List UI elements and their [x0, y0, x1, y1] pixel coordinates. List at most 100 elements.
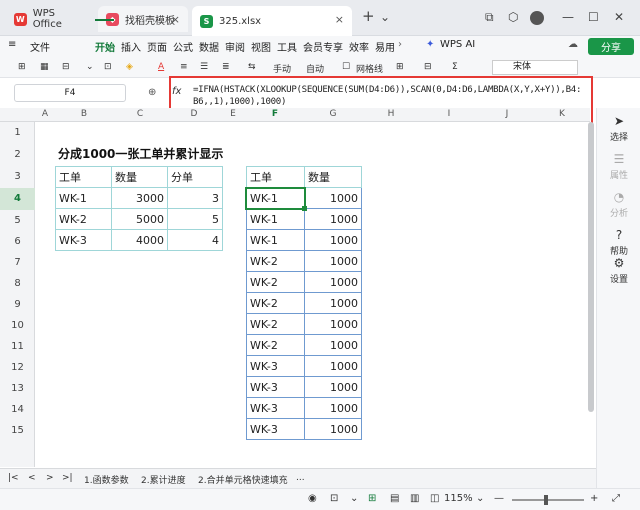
zoom-icon[interactable]: ⊕ [148, 87, 156, 98]
column-header-i[interactable]: I [420, 109, 478, 119]
row-header[interactable]: 6 [0, 231, 35, 252]
wps-ai-button[interactable]: WPS AI [440, 39, 475, 50]
cell[interactable]: 1000 [304, 187, 362, 209]
close-window-icon[interactable]: ✕ [614, 10, 624, 24]
row-header[interactable]: 14 [0, 399, 35, 420]
more-menu-icon[interactable]: › [398, 39, 402, 50]
row-header[interactable]: 7 [0, 252, 35, 273]
format-painter-icon[interactable]: ⊞ [18, 62, 26, 72]
fill-color-icon[interactable]: ◈ [126, 62, 133, 72]
cell[interactable]: 1000 [304, 334, 362, 356]
vertical-scrollbar[interactable] [588, 122, 594, 412]
table-icon[interactable]: ⊞ [396, 62, 404, 72]
first-sheet-icon[interactable]: |< [8, 473, 19, 483]
sum-icon[interactable]: Σ [452, 62, 458, 72]
cell[interactable]: 5 [167, 208, 223, 230]
cell[interactable]: WK-3 [246, 397, 305, 419]
cloud-icon[interactable]: ☁ [568, 39, 578, 50]
menu-start[interactable]: 开始 [95, 39, 115, 54]
cell-icon[interactable]: ⊡ [330, 493, 338, 504]
row-header[interactable]: 12 [0, 357, 35, 378]
cell[interactable]: 3 [167, 187, 223, 209]
column-width-auto[interactable]: 自动 [306, 62, 324, 75]
menu-file[interactable]: 文件 [30, 39, 50, 54]
zoom-slider[interactable] [512, 499, 584, 501]
sheet-tab-cumulative-progress[interactable]: 2.累计进度 [141, 473, 186, 486]
cell[interactable]: WK-2 [246, 250, 305, 272]
row-header[interactable]: 10 [0, 315, 35, 336]
prev-sheet-icon[interactable]: < [28, 473, 36, 483]
fill-handle[interactable] [302, 206, 307, 211]
menu-review[interactable]: 审阅 [225, 39, 245, 54]
hamburger-icon[interactable]: ≡ [8, 39, 16, 50]
close-icon[interactable]: × [335, 13, 344, 26]
sheet-tab-merge-fill[interactable]: 2.合并单元格快速填充 [198, 473, 288, 486]
menu-page[interactable]: 页面 [147, 39, 167, 54]
row-height-manual[interactable]: 手动 [273, 62, 291, 75]
border-icon[interactable]: ⊟ [62, 62, 70, 72]
menu-member[interactable]: 会员专享 [303, 39, 343, 54]
tab-wps-office[interactable]: W WPS Office [6, 6, 94, 32]
zoom-in-icon[interactable]: + [590, 493, 598, 504]
row-header[interactable]: 5 [0, 210, 35, 231]
cell[interactable]: 1000 [304, 292, 362, 314]
column-header-h[interactable]: H [362, 109, 420, 119]
next-sheet-icon[interactable]: > [46, 473, 54, 483]
panel-help[interactable]: ? 帮助 [597, 228, 640, 257]
merge-icon[interactable]: ⊡ [104, 62, 112, 72]
cell[interactable]: WK-1 [246, 208, 305, 230]
column-header-b[interactable]: B [56, 109, 112, 119]
cell[interactable]: 1000 [304, 229, 362, 251]
panel-analysis[interactable]: ◔ 分析 [597, 190, 640, 219]
menu-insert[interactable]: 插入 [121, 39, 141, 54]
cell-style-icon[interactable]: ▦ [40, 62, 49, 72]
minimize-icon[interactable]: — [562, 10, 574, 24]
cell[interactable]: 4000 [111, 229, 168, 251]
cell[interactable]: 4 [167, 229, 223, 251]
cell[interactable]: WK-3 [55, 229, 112, 251]
zoom-dropdown-icon[interactable]: ⌄ [476, 493, 484, 504]
zoom-out-icon[interactable]: — [494, 493, 504, 504]
cell[interactable]: 1000 [304, 271, 362, 293]
header-cell[interactable]: 数量 [304, 166, 362, 188]
menu-data[interactable]: 数据 [199, 39, 219, 54]
cell[interactable]: 1000 [304, 313, 362, 335]
cell[interactable]: WK-3 [246, 376, 305, 398]
row-header-selected[interactable]: 4 [0, 188, 35, 210]
header-cell[interactable]: 工单 [55, 166, 112, 188]
row-header[interactable]: 1 [0, 122, 35, 143]
row-header[interactable]: 11 [0, 336, 35, 357]
panel-select[interactable]: ➤ 选择 [597, 114, 640, 143]
header-cell[interactable]: 分单 [167, 166, 223, 188]
row-header[interactable]: 9 [0, 294, 35, 315]
align-icon[interactable]: ≡ [180, 62, 188, 72]
row-header[interactable]: 2 [0, 143, 35, 166]
menu-formula[interactable]: 公式 [173, 39, 193, 54]
menu-efficiency[interactable]: 效率 [349, 39, 369, 54]
font-color-icon[interactable]: A [158, 62, 164, 72]
column-header-g[interactable]: G [304, 109, 362, 119]
cell[interactable]: WK-2 [246, 271, 305, 293]
last-sheet-icon[interactable]: >| [62, 473, 73, 483]
column-header-f[interactable]: F [246, 109, 304, 119]
share-button[interactable]: 分享 [588, 38, 634, 55]
menu-easy-use[interactable]: 易用 [375, 39, 395, 54]
tab-325-xlsx[interactable]: S 325.xlsx × [192, 6, 352, 36]
header-cell[interactable]: 数量 [111, 166, 168, 188]
cell[interactable]: WK-2 [55, 208, 112, 230]
fullscreen-icon[interactable]: ⤢ [612, 493, 620, 504]
normal-view-icon[interactable]: ⊞ [368, 493, 376, 504]
row-header[interactable]: 8 [0, 273, 35, 294]
tile-windows-icon[interactable]: ⧉ [485, 10, 494, 25]
eye-icon[interactable]: ◉ [308, 493, 317, 504]
cell[interactable]: WK-1 [246, 229, 305, 251]
row-header[interactable]: 3 [0, 166, 35, 188]
cell[interactable]: WK-3 [246, 418, 305, 440]
cell[interactable]: WK-2 [246, 292, 305, 314]
panel-properties[interactable]: ☰ 属性 [597, 152, 640, 181]
cell[interactable]: 1000 [304, 355, 362, 377]
more-sheets-button[interactable]: ... [296, 473, 305, 483]
cell[interactable]: 1000 [304, 397, 362, 419]
cell[interactable]: WK-2 [246, 313, 305, 335]
cell[interactable]: 1000 [304, 418, 362, 440]
